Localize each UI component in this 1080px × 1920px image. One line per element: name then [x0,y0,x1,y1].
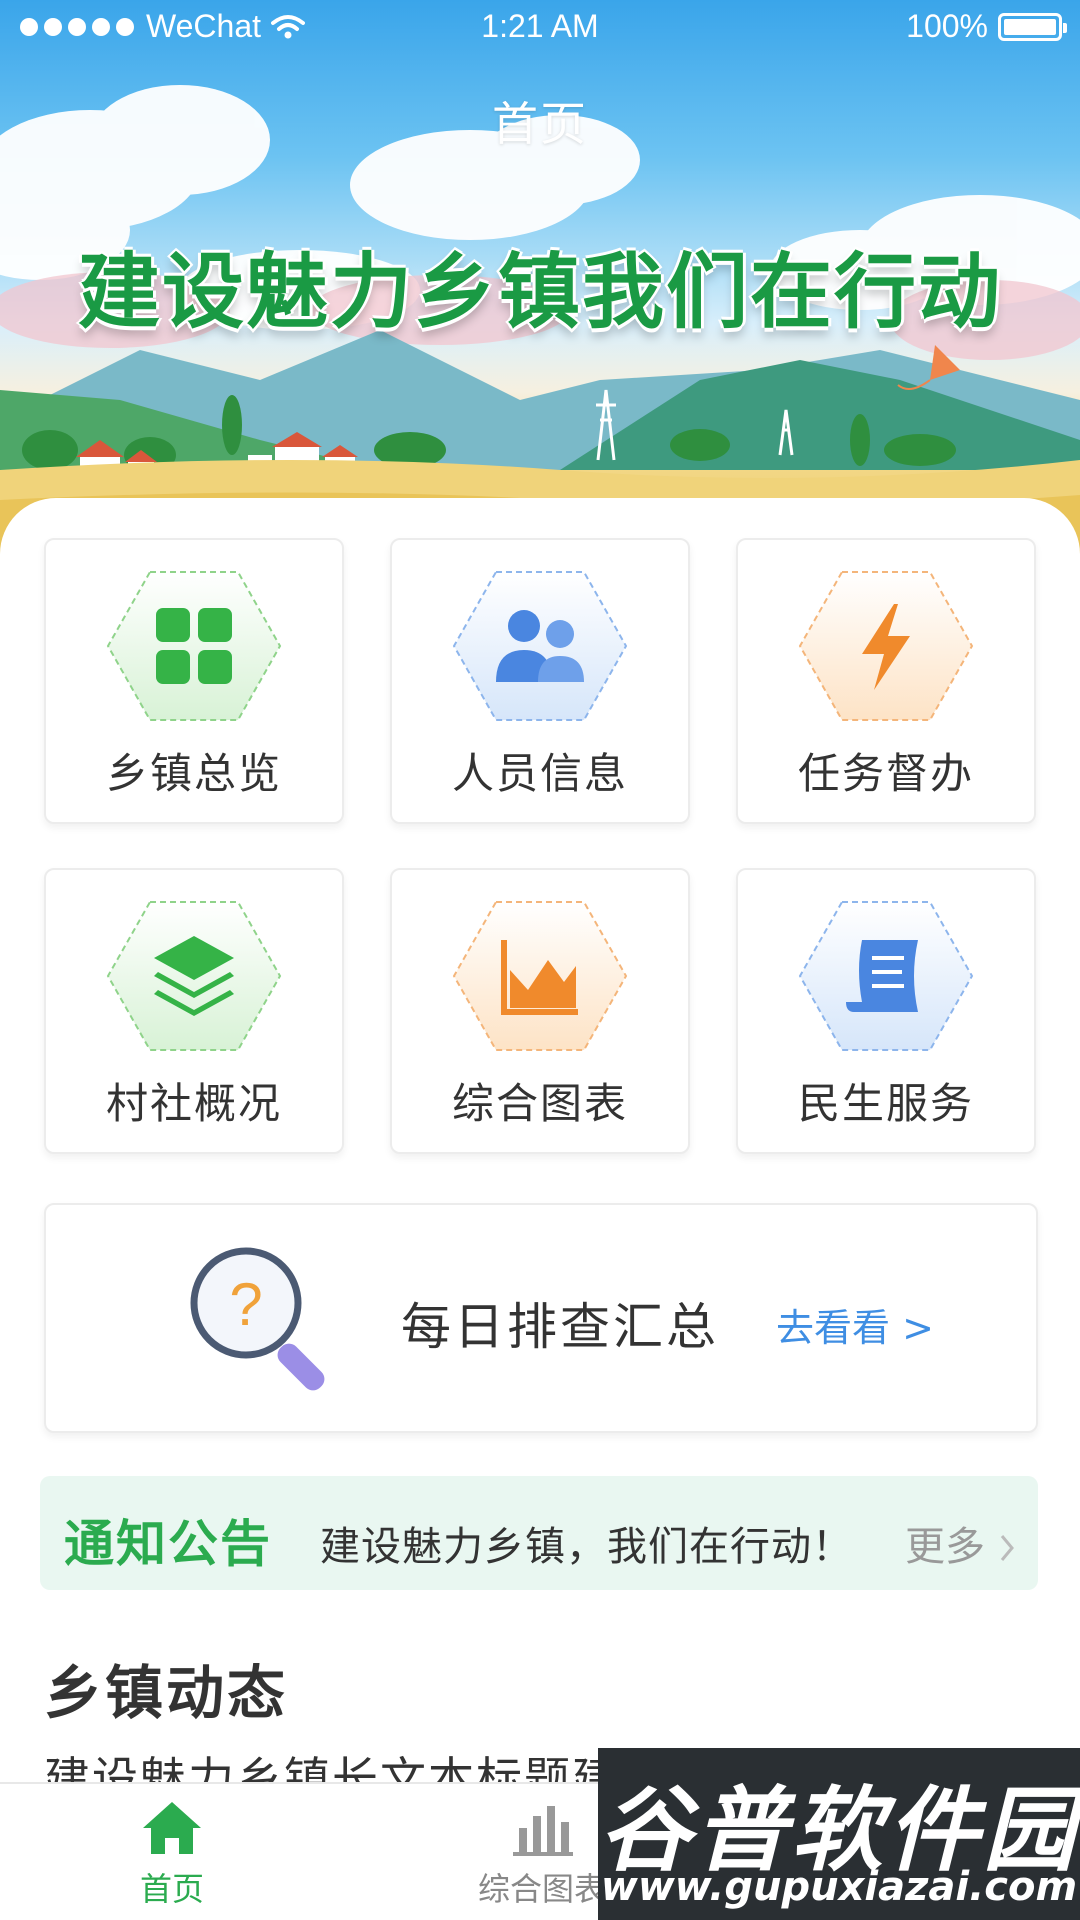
home-icon [143,1802,201,1854]
menu-item-label: 村社概况 [105,1079,282,1128]
menu-item-label: 综合图表 [451,1079,628,1128]
hero-banner: WeChat 1:21 AM 100% 首页 建设魅力乡镇我们在行动 [0,0,1080,560]
menu-item-livelihood-services[interactable]: 民生服务 [736,868,1036,1154]
watermark: 谷普软件园 www.gupuxiazai.com [598,1748,1080,1920]
battery-percent: 100% [906,8,988,44]
daily-check-link[interactable]: 去看看 > [776,1297,934,1352]
lightning-icon [798,571,974,721]
notice-more-link[interactable]: 更多 [905,1514,1018,1572]
notice-more-label: 更多 [905,1524,985,1570]
tab-label: 首页 [139,1870,204,1908]
menu-item-label: 乡镇总览 [105,749,282,798]
notice-bar[interactable]: 通知公告 建设魅力乡镇，我们在行动！ 更多 [40,1476,1038,1590]
watermark-url: www.gupuxiazai.com [600,1864,1078,1910]
grid-apps-icon [106,571,282,721]
daily-check-title: 每日排查汇总 [401,1298,719,1356]
banner-slogan: 建设魅力乡镇我们在行动 [77,245,1002,340]
magnifier-question-icon: ? [190,1247,325,1391]
notice-text: 建设魅力乡镇，我们在行动！ [320,1524,853,1570]
notice-label: 通知公告 [64,1515,272,1573]
menu-item-task-supervision[interactable]: 任务督办 [736,538,1036,824]
tab-home[interactable]: 首页 [82,1798,262,1918]
scroll-icon [798,901,974,1051]
status-bar: WeChat 1:21 AM 100% [0,0,1080,56]
page-title: 首页 [492,97,588,151]
menu-item-village-overview[interactable]: 村社概况 [44,868,344,1154]
area-chart-icon [452,901,628,1051]
svg-text:?: ? [229,1271,262,1338]
menu-item-label: 民生服务 [797,1079,974,1128]
menu-item-label: 人员信息 [451,749,628,798]
menu-item-charts[interactable]: 综合图表 [390,868,690,1154]
menu-item-town-overview[interactable]: 乡镇总览 [44,538,344,824]
bar-chart-icon [513,1806,573,1856]
chevron-right-icon [1000,1535,1014,1561]
status-right: 100% [906,8,1067,45]
menu-item-personnel[interactable]: 人员信息 [390,538,690,824]
battery-icon [998,12,1067,41]
main-content: 乡镇总览 人员信息 任务督办 村社概况 综合图表 民生服务 ? 每日排查汇总 去… [0,498,1080,1920]
menu-item-label: 任务督办 [797,749,974,798]
layers-icon [106,901,282,1051]
section-title-news: 乡镇动态 [44,1659,289,1727]
daily-check-card[interactable]: ? 每日排查汇总 去看看 > [44,1203,1038,1433]
users-icon [452,571,628,721]
